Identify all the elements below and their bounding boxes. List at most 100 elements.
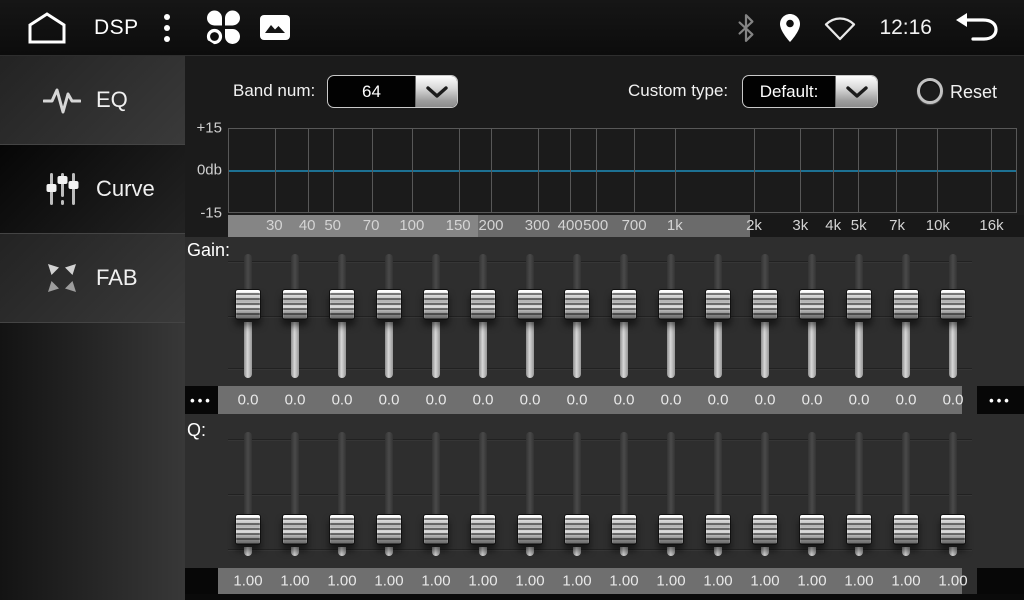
- slider-track-filled: [385, 322, 393, 378]
- gain-page-right-button[interactable]: •••: [977, 386, 1024, 414]
- slider-track-filled: [338, 322, 346, 378]
- custom-type-dropdown[interactable]: Default:: [742, 75, 878, 108]
- slider-thumb[interactable]: [940, 289, 966, 320]
- band-num-dropdown[interactable]: 64: [327, 75, 458, 108]
- app-title: DSP: [94, 16, 139, 40]
- q-slider[interactable]: [658, 430, 684, 558]
- home-icon[interactable]: [24, 10, 70, 46]
- gain-slider[interactable]: [470, 252, 496, 380]
- slider-track: [949, 254, 957, 292]
- q-slider[interactable]: [282, 430, 308, 558]
- slider-thumb[interactable]: [893, 289, 919, 320]
- gain-slider[interactable]: [940, 252, 966, 380]
- slider-thumb[interactable]: [564, 514, 590, 545]
- grid-line: [333, 129, 334, 212]
- slider-thumb[interactable]: [329, 289, 355, 320]
- q-slider[interactable]: [846, 430, 872, 558]
- slider-thumb[interactable]: [940, 514, 966, 545]
- q-slider[interactable]: [517, 430, 543, 558]
- slider-thumb[interactable]: [705, 514, 731, 545]
- slider-thumb[interactable]: [705, 289, 731, 320]
- grid-line: [675, 129, 676, 212]
- freq-tick-label: 150: [446, 217, 471, 234]
- slider-track-filled: [479, 547, 487, 556]
- q-slider[interactable]: [376, 430, 402, 558]
- gain-slider[interactable]: [376, 252, 402, 380]
- slider-thumb[interactable]: [564, 289, 590, 320]
- gallery-icon[interactable]: [260, 15, 290, 40]
- slider-thumb[interactable]: [282, 514, 308, 545]
- slider-thumb[interactable]: [282, 289, 308, 320]
- gain-slider[interactable]: [893, 252, 919, 380]
- gain-value: 0.0: [802, 392, 823, 409]
- gain-values-row: ••• ••• 0.00.00.00.00.00.00.00.00.00.00.…: [185, 386, 1024, 414]
- grid-line: [459, 129, 460, 212]
- q-value: 1.00: [656, 573, 685, 590]
- gain-slider[interactable]: [235, 252, 261, 380]
- overflow-menu-icon[interactable]: [163, 12, 171, 44]
- slider-thumb[interactable]: [658, 289, 684, 320]
- sidebar-item-label: EQ: [96, 87, 128, 113]
- slider-thumb[interactable]: [893, 514, 919, 545]
- slider-thumb[interactable]: [752, 514, 778, 545]
- q-slider[interactable]: [329, 430, 355, 558]
- slider-thumb[interactable]: [517, 289, 543, 320]
- slider-thumb[interactable]: [376, 289, 402, 320]
- slider-thumb[interactable]: [423, 514, 449, 545]
- q-slider[interactable]: [423, 430, 449, 558]
- q-slider[interactable]: [752, 430, 778, 558]
- gain-slider[interactable]: [658, 252, 684, 380]
- slider-thumb[interactable]: [658, 514, 684, 545]
- chevron-down-icon[interactable]: [835, 76, 877, 107]
- gain-slider[interactable]: [846, 252, 872, 380]
- gain-slider[interactable]: [282, 252, 308, 380]
- gain-slider[interactable]: [752, 252, 778, 380]
- slider-thumb[interactable]: [517, 514, 543, 545]
- slider-track: [855, 254, 863, 292]
- apps-clover-icon[interactable]: [205, 9, 242, 46]
- slider-thumb[interactable]: [423, 289, 449, 320]
- sidebar-item-curve[interactable]: Curve: [0, 145, 185, 234]
- q-slider[interactable]: [470, 430, 496, 558]
- bottom-edge-strip: [185, 594, 1024, 600]
- slider-thumb[interactable]: [799, 289, 825, 320]
- slider-track-filled: [949, 547, 957, 556]
- q-slider[interactable]: [705, 430, 731, 558]
- q-value: 1.00: [750, 573, 779, 590]
- slider-thumb[interactable]: [752, 289, 778, 320]
- slider-thumb[interactable]: [470, 514, 496, 545]
- gain-slider[interactable]: [799, 252, 825, 380]
- sidebar-item-eq[interactable]: EQ: [0, 56, 185, 145]
- slider-thumb[interactable]: [611, 289, 637, 320]
- freq-tick-label: 3k: [792, 217, 808, 234]
- chevron-down-icon[interactable]: [415, 76, 457, 107]
- q-slider[interactable]: [799, 430, 825, 558]
- gain-slider[interactable]: [564, 252, 590, 380]
- gain-slider[interactable]: [329, 252, 355, 380]
- q-slider[interactable]: [564, 430, 590, 558]
- slider-thumb[interactable]: [799, 514, 825, 545]
- grid-line: [991, 129, 992, 212]
- gain-slider[interactable]: [423, 252, 449, 380]
- sidebar-item-fab[interactable]: FAB: [0, 234, 185, 323]
- slider-thumb[interactable]: [470, 289, 496, 320]
- slider-thumb[interactable]: [846, 289, 872, 320]
- grid-line: [538, 129, 539, 212]
- q-slider[interactable]: [940, 430, 966, 558]
- reset-radio-button[interactable]: [917, 78, 943, 104]
- gain-value: 0.0: [426, 392, 447, 409]
- q-slider[interactable]: [235, 430, 261, 558]
- q-slider[interactable]: [611, 430, 637, 558]
- q-slider[interactable]: [893, 430, 919, 558]
- back-icon[interactable]: [954, 11, 1000, 45]
- slider-thumb[interactable]: [329, 514, 355, 545]
- gain-slider[interactable]: [705, 252, 731, 380]
- gain-slider[interactable]: [611, 252, 637, 380]
- slider-thumb[interactable]: [235, 514, 261, 545]
- slider-thumb[interactable]: [611, 514, 637, 545]
- gain-slider[interactable]: [517, 252, 543, 380]
- slider-thumb[interactable]: [376, 514, 402, 545]
- gain-page-left-button[interactable]: •••: [185, 386, 218, 414]
- slider-thumb[interactable]: [846, 514, 872, 545]
- slider-thumb[interactable]: [235, 289, 261, 320]
